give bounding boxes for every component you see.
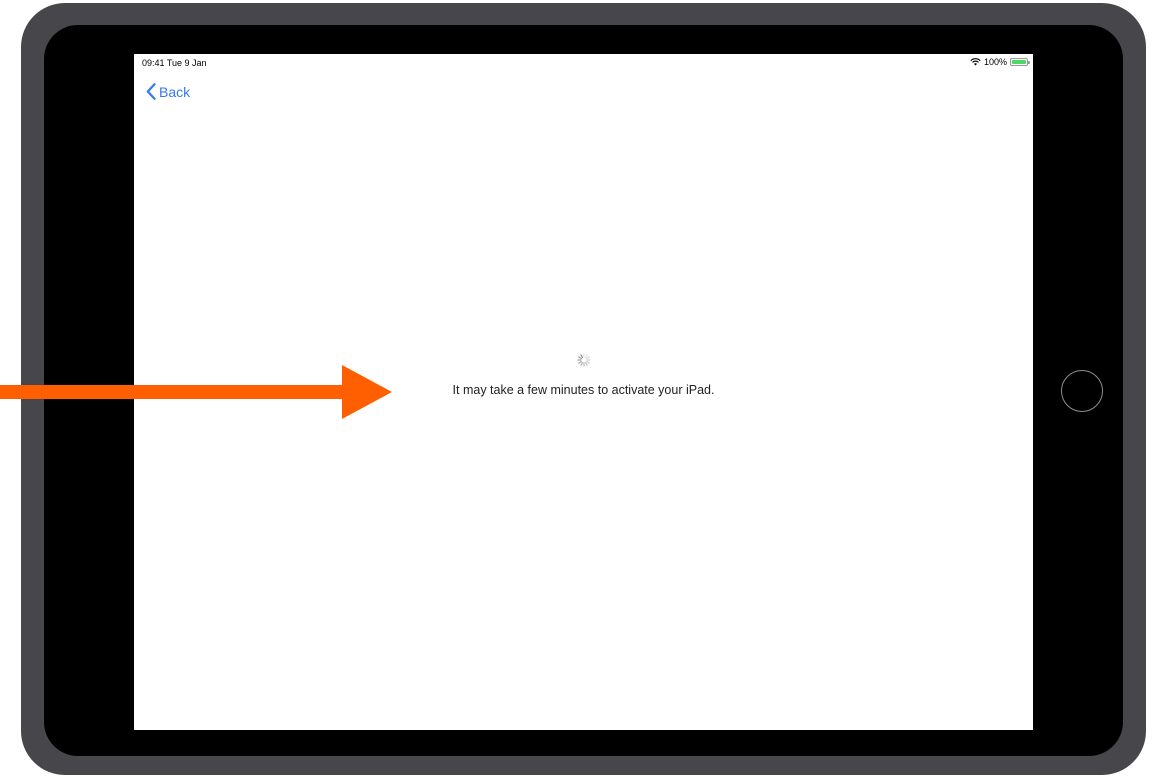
home-button[interactable] xyxy=(1061,370,1103,412)
spinner-icon xyxy=(577,353,591,367)
wifi-icon xyxy=(970,58,981,66)
chevron-left-icon xyxy=(146,83,156,100)
battery-level-fill xyxy=(1012,60,1026,64)
back-button[interactable]: Back xyxy=(146,83,190,100)
status-bar: 09:41 Tue 9 Jan 100% xyxy=(134,54,1033,70)
battery-icon xyxy=(1010,58,1030,66)
status-indicators: 100% xyxy=(970,57,1030,67)
battery-percent: 100% xyxy=(983,57,1007,67)
arrow-right-icon xyxy=(0,365,392,419)
status-time-date: 09:41 Tue 9 Jan xyxy=(142,58,207,68)
back-label: Back xyxy=(159,83,191,100)
